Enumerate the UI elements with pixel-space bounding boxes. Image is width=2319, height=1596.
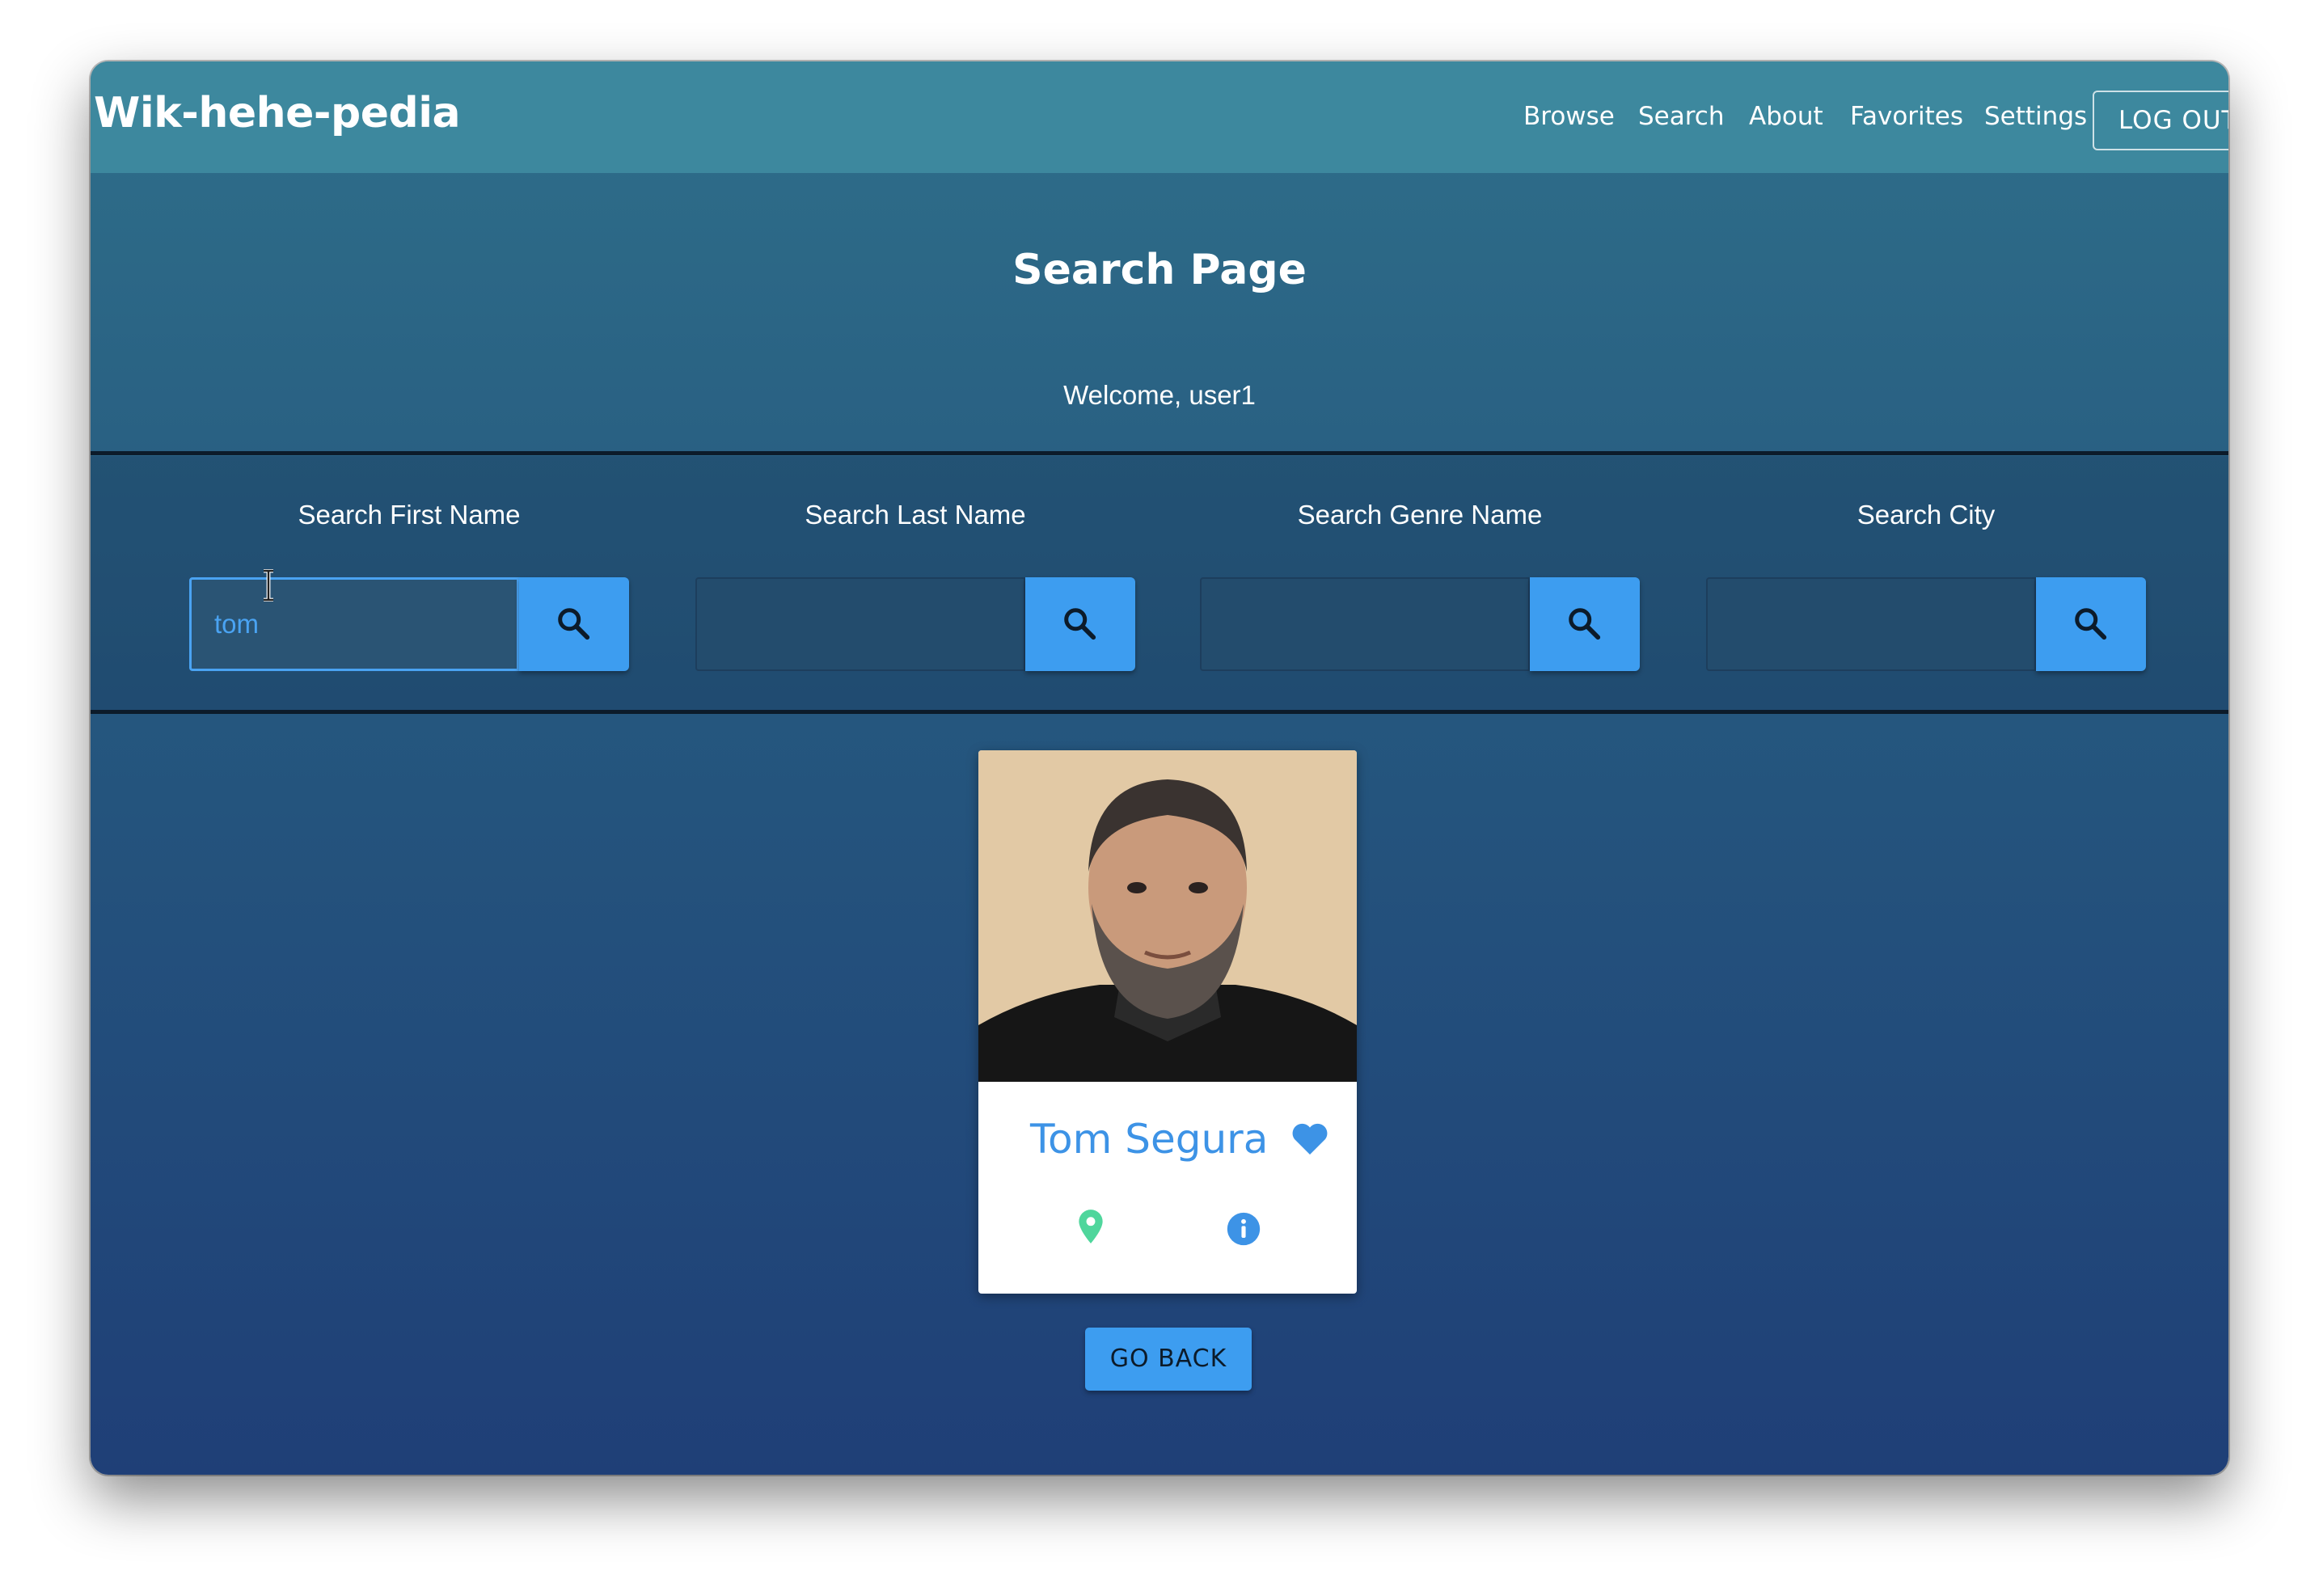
search-icon xyxy=(558,608,590,640)
search-last-name-input[interactable] xyxy=(695,577,1025,671)
search-icon xyxy=(1569,608,1601,640)
search-panel: Search First Name Search Last Name Searc… xyxy=(91,456,2228,713)
welcome-message: Welcome, user1 xyxy=(1063,380,1256,410)
search-city-label: Search City xyxy=(1856,500,1996,530)
search-city-group: Search City xyxy=(1706,456,2146,713)
nav-browse[interactable]: Browse xyxy=(1523,102,1615,131)
text-cursor-icon xyxy=(264,569,273,602)
search-city-button[interactable] xyxy=(2036,577,2146,671)
search-genre-name-label: Search Genre Name xyxy=(1297,500,1543,530)
search-first-name-input[interactable] xyxy=(189,577,519,671)
search-last-name-button[interactable] xyxy=(1025,577,1135,671)
search-genre-name-input[interactable] xyxy=(1200,577,1530,671)
search-last-name-label: Search Last Name xyxy=(805,500,1026,530)
divider xyxy=(91,451,2228,455)
app-window: Wik-hehe-pedia Browse Search About Favor… xyxy=(91,61,2228,1475)
nav-search[interactable]: Search xyxy=(1638,102,1725,131)
profile-photo xyxy=(978,750,1357,1082)
heart-icon[interactable] xyxy=(1290,1121,1329,1156)
card-name[interactable]: Tom Segura xyxy=(1030,1116,1268,1163)
search-icon xyxy=(1064,608,1096,640)
search-city-input[interactable] xyxy=(1706,577,2036,671)
logout-button[interactable]: LOG OUT xyxy=(2093,91,2228,150)
search-first-name-button[interactable] xyxy=(519,577,629,671)
search-first-name-label: Search First Name xyxy=(298,500,521,530)
search-first-name-group: Search First Name xyxy=(189,456,629,713)
result-card[interactable]: Tom Segura xyxy=(978,750,1357,1294)
nav-links: Browse Search About Favorites Settings L… xyxy=(91,61,2228,173)
nav-favorites[interactable]: Favorites xyxy=(1850,102,1963,131)
search-icon xyxy=(2075,608,2107,640)
search-last-name-group: Search Last Name xyxy=(695,456,1135,713)
navbar: Wik-hehe-pedia Browse Search About Favor… xyxy=(91,61,2228,173)
search-genre-name-button[interactable] xyxy=(1530,577,1640,671)
nav-settings[interactable]: Settings xyxy=(1984,102,2087,131)
divider xyxy=(91,710,2228,714)
info-icon[interactable] xyxy=(1226,1211,1261,1247)
go-back-button[interactable]: GO BACK xyxy=(1085,1328,1252,1391)
search-genre-name-group: Search Genre Name xyxy=(1200,456,1640,713)
nav-about[interactable]: About xyxy=(1749,102,1823,131)
page-title: Search Page xyxy=(1012,246,1307,294)
location-pin-icon[interactable] xyxy=(1077,1208,1105,1245)
